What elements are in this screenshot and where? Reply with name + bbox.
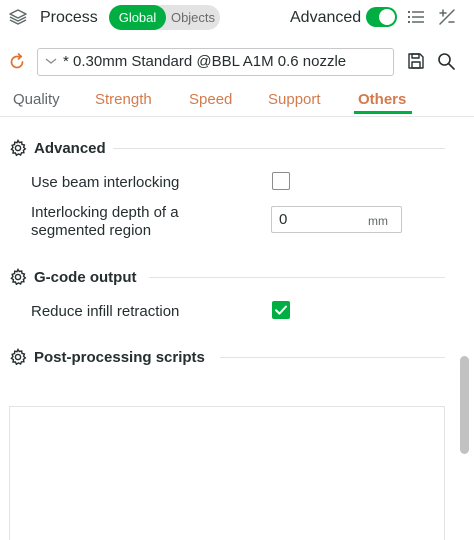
scope-objects-button[interactable]: Objects xyxy=(166,5,220,30)
advanced-mode-label: Advanced xyxy=(290,9,362,26)
scope-global-button[interactable]: Global xyxy=(109,5,166,30)
scrollbar-thumb[interactable] xyxy=(460,356,469,454)
beam-interlocking-checkbox[interactable] xyxy=(272,172,290,190)
tab-speed[interactable]: Speed xyxy=(189,91,232,109)
tab-strength[interactable]: Strength xyxy=(95,91,152,109)
checkmark-icon xyxy=(275,305,287,315)
gear-icon xyxy=(10,348,27,366)
preset-name: * 0.30mm Standard @BBL A1M 0.6 nozzle xyxy=(63,53,347,70)
beam-interlocking-label: Use beam interlocking xyxy=(31,174,180,191)
compare-icon[interactable] xyxy=(437,7,457,27)
tab-quality[interactable]: Quality xyxy=(13,91,60,109)
tab-others[interactable]: Others xyxy=(358,91,406,109)
section-title-gcode-output: G-code output xyxy=(34,269,137,286)
interlocking-depth-label-line1: Interlocking depth of a xyxy=(31,204,179,221)
post-processing-scripts-textarea[interactable] xyxy=(9,406,445,540)
save-icon[interactable] xyxy=(407,52,425,70)
chevron-down-icon xyxy=(45,58,57,64)
interlocking-depth-value: 0 xyxy=(279,211,288,228)
interlocking-depth-unit: mm xyxy=(368,214,388,228)
active-tab-indicator xyxy=(354,111,412,114)
layers-icon xyxy=(9,9,27,25)
gear-icon xyxy=(10,268,27,286)
reduce-infill-retraction-checkbox[interactable] xyxy=(272,301,290,319)
tab-divider xyxy=(0,116,474,117)
list-icon[interactable] xyxy=(406,7,426,27)
search-icon[interactable] xyxy=(437,52,456,71)
interlocking-depth-label-line2: segmented region xyxy=(31,222,152,239)
reset-icon[interactable] xyxy=(8,53,26,71)
panel-title: Process xyxy=(40,9,98,26)
section-divider xyxy=(113,148,445,149)
gear-icon xyxy=(10,139,27,157)
reduce-infill-retraction-label: Reduce infill retraction xyxy=(31,303,180,320)
section-divider xyxy=(220,357,445,358)
section-title-post-processing: Post-processing scripts xyxy=(34,349,205,366)
section-divider xyxy=(149,277,445,278)
advanced-switch-knob xyxy=(379,9,395,25)
tab-support[interactable]: Support xyxy=(268,91,321,109)
section-title-advanced: Advanced xyxy=(34,140,106,157)
